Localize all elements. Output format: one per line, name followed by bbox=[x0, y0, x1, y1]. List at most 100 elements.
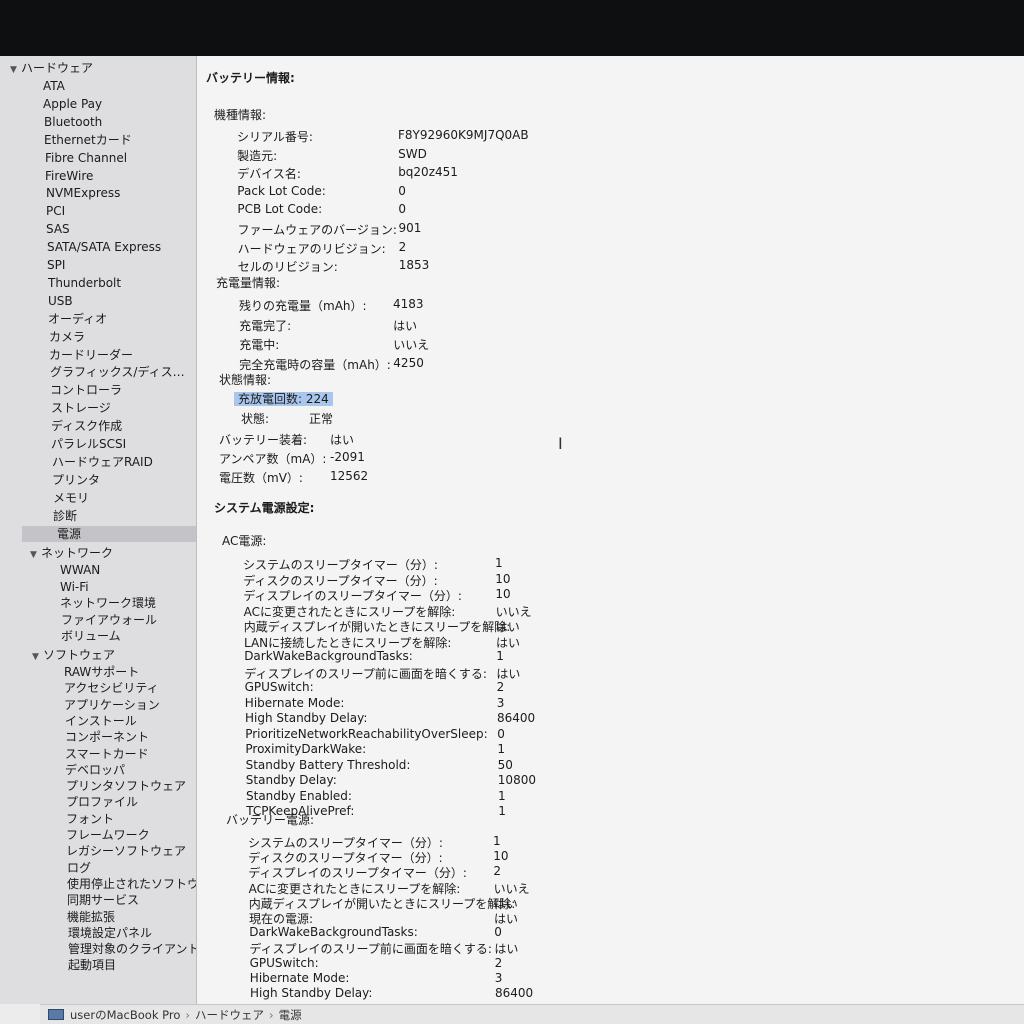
sidebar-item[interactable]: カメラ bbox=[49, 329, 85, 345]
sidebar-item[interactable]: Bluetooth bbox=[44, 114, 102, 130]
sidebar-item[interactable]: Thunderbolt bbox=[48, 275, 121, 291]
sidebar-item[interactable]: SATA/SATA Express bbox=[47, 239, 161, 255]
ac-setting-label: ディスプレイのスリープタイマー（分）: bbox=[243, 589, 462, 603]
ac-setting-value: はい bbox=[495, 620, 520, 634]
sidebar-item[interactable]: スマートカード bbox=[65, 746, 149, 762]
model-info-label: ファームウェアのバージョン: bbox=[237, 223, 397, 237]
sidebar-item[interactable]: ログ bbox=[67, 860, 91, 876]
sidebar-item[interactable]: PCI bbox=[46, 203, 65, 219]
sidebar[interactable]: ▼ ハードウェア ATA Apple Pay Bluetooth Ethernetカード F… bbox=[0, 56, 197, 1004]
sidebar-item[interactable]: NVMExpress bbox=[46, 185, 120, 201]
battery-setting-value: 1 bbox=[493, 834, 501, 848]
battery-power-heading: バッテリー電源: bbox=[226, 813, 315, 827]
sidebar-item[interactable]: カードリーダー bbox=[49, 347, 133, 363]
charge-info-label: 充電中: bbox=[239, 338, 280, 352]
sidebar-item[interactable]: ストレージ bbox=[51, 400, 111, 416]
sidebar-item[interactable]: SAS bbox=[46, 221, 70, 237]
path-section[interactable]: ハードウェア bbox=[195, 1008, 264, 1022]
battery-setting-value: 2 bbox=[493, 864, 502, 879]
sidebar-item[interactable]: 診断 bbox=[53, 508, 77, 524]
disclosure-triangle-icon[interactable]: ▼ bbox=[10, 62, 21, 78]
sidebar-item[interactable]: 起動項目 bbox=[68, 957, 116, 973]
charge-info-value: いいえ bbox=[393, 338, 430, 352]
model-info-value: 901 bbox=[398, 221, 422, 235]
sidebar-item[interactable]: フォント bbox=[66, 811, 114, 827]
sidebar-item[interactable]: ハードウェアRAID bbox=[52, 454, 153, 470]
path-separator: › bbox=[185, 1008, 191, 1022]
sidebar-item[interactable]: プリンタソフトウェア bbox=[66, 778, 186, 794]
battery-setting-value: 0 bbox=[494, 925, 502, 940]
sidebar-item[interactable]: Ethernetカード bbox=[44, 132, 132, 148]
disclosure-triangle-icon[interactable]: ▼ bbox=[30, 547, 41, 563]
ac-setting-value: 1 bbox=[498, 788, 506, 803]
ac-setting-label: PrioritizeNetworkReachabilityOverSleep: bbox=[245, 726, 488, 741]
ac-setting-value: 1 bbox=[498, 804, 506, 818]
path-item[interactable]: 電源 bbox=[279, 1008, 302, 1022]
ac-setting-value: 10 bbox=[495, 587, 511, 601]
sidebar-item[interactable]: アクセシビリティ bbox=[64, 680, 159, 696]
ac-setting-label: High Standby Delay: bbox=[245, 711, 368, 725]
sidebar-item-selected[interactable]: 電源 bbox=[22, 525, 196, 542]
sidebar-item[interactable]: ディスク作成 bbox=[51, 418, 122, 434]
sidebar-item[interactable]: レガシーソフトウェア bbox=[66, 843, 186, 859]
ac-power-heading: AC電源: bbox=[222, 534, 267, 548]
ac-setting-value: 86400 bbox=[497, 711, 536, 725]
sidebar-item[interactable]: プロファイル bbox=[66, 794, 138, 810]
sidebar-group-0[interactable]: ▼ ハードウェア bbox=[10, 60, 93, 78]
ac-setting-label: DarkWakeBackgroundTasks: bbox=[244, 649, 413, 663]
sidebar-group-label: ネットワーク bbox=[41, 546, 114, 560]
condition-label: 状態: bbox=[241, 412, 270, 426]
model-info-label: ハードウェアのリビジョン: bbox=[237, 241, 386, 256]
ac-setting-value: 10 bbox=[495, 571, 511, 586]
sidebar-item[interactable]: Apple Pay bbox=[43, 96, 102, 112]
sidebar-item[interactable]: WWAN bbox=[60, 562, 100, 578]
sidebar-item[interactable]: デベロッパ bbox=[65, 762, 125, 778]
content-pane: バッテリー情報: 機種情報: シリアル番号: F8Y92960K9MJ7Q0AB 製… bbox=[197, 56, 1024, 1004]
ac-setting-value: 1 bbox=[497, 742, 506, 756]
sidebar-item[interactable]: Fibre Channel bbox=[45, 150, 127, 166]
battery-setting-label: High Standby Delay: bbox=[250, 986, 373, 1000]
sidebar-item[interactable]: コンポーネント bbox=[65, 729, 149, 745]
sidebar-item[interactable]: SPI bbox=[47, 257, 65, 273]
sidebar-item[interactable]: アプリケーション bbox=[64, 697, 160, 713]
charge-info-value: 4250 bbox=[393, 355, 424, 370]
path-computer[interactable]: userのMacBook Pro bbox=[70, 1008, 180, 1022]
sidebar-group-1[interactable]: ▼ ネットワーク bbox=[30, 545, 113, 563]
sidebar-item[interactable]: FireWire bbox=[45, 168, 93, 184]
sidebar-item[interactable]: ファイアウォール bbox=[61, 612, 157, 628]
ac-setting-label: Hibernate Mode: bbox=[244, 695, 345, 710]
sidebar-item[interactable]: フレームワーク bbox=[66, 827, 150, 843]
sidebar-item[interactable]: 機能拡張 bbox=[67, 909, 115, 925]
sidebar-item[interactable]: パラレルSCSI bbox=[51, 436, 126, 452]
sidebar-item[interactable]: グラフィックス/ディス… bbox=[50, 364, 185, 380]
sidebar-item[interactable]: メモリ bbox=[53, 490, 89, 506]
disclosure-triangle-icon[interactable]: ▼ bbox=[32, 649, 43, 665]
sidebar-item[interactable]: ネットワーク環境 bbox=[60, 595, 156, 611]
sidebar-item[interactable]: オーディオ bbox=[48, 311, 107, 327]
sidebar-item[interactable]: USB bbox=[48, 293, 73, 309]
ac-setting-label: LANに接続したときにスリープを解除: bbox=[244, 635, 452, 650]
cycle-count-label: 充放電回数: bbox=[238, 392, 303, 406]
sidebar-item[interactable]: RAWサポート bbox=[64, 664, 139, 680]
sidebar-group-2[interactable]: ▼ ソフトウェア bbox=[32, 647, 115, 665]
sidebar-item[interactable]: 使用停止されたソフトウ… bbox=[67, 876, 196, 892]
sidebar-item[interactable]: ATA bbox=[43, 78, 65, 94]
sidebar-item[interactable]: コントローラ bbox=[50, 382, 122, 398]
cycle-count-row: 充放電回数: 224 bbox=[234, 392, 333, 407]
cycle-count-value: 224 bbox=[305, 392, 329, 406]
sidebar-item[interactable]: 同期サービス bbox=[67, 892, 139, 908]
sidebar-item[interactable]: プリンタ bbox=[52, 472, 100, 488]
sidebar-item[interactable]: 管理対象のクライアント bbox=[68, 941, 196, 957]
sidebar-item[interactable]: インストール bbox=[65, 713, 137, 729]
battery-misc-value: -2091 bbox=[330, 450, 365, 464]
ac-setting-label: Standby Delay: bbox=[245, 773, 337, 787]
ac-setting-value: 10800 bbox=[497, 773, 536, 787]
sidebar-item[interactable]: Wi-Fi bbox=[60, 579, 89, 595]
sidebar-item[interactable]: 環境設定パネル bbox=[68, 925, 152, 941]
sidebar-item[interactable]: ボリューム bbox=[61, 628, 121, 644]
model-info-value: 0 bbox=[398, 202, 407, 217]
battery-setting-value: 2 bbox=[494, 955, 503, 970]
condition-value: 正常 bbox=[309, 412, 334, 426]
system-information-window: ▼ ハードウェア ATA Apple Pay Bluetooth Ethernetカード F… bbox=[0, 56, 1024, 1024]
battery-misc-value: 12562 bbox=[330, 469, 369, 483]
